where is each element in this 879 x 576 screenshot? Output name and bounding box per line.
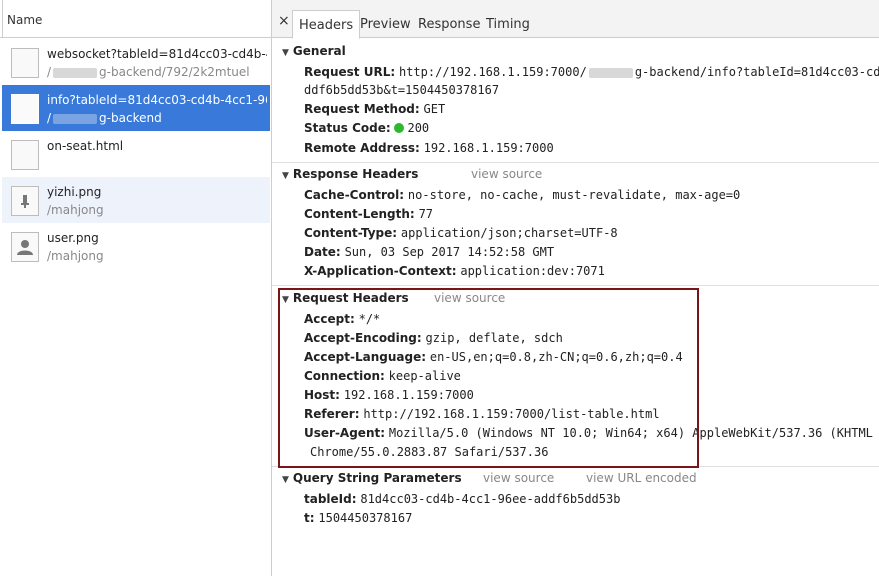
request-item-user[interactable]: user.png /mahjong: [2, 223, 270, 269]
tab-preview[interactable]: Preview: [360, 17, 411, 32]
header-row: Content-Type: application/json;charset=U…: [304, 226, 618, 240]
redacted-blur: [53, 113, 98, 124]
file-icon: [11, 48, 39, 78]
request-name: on-seat.html: [47, 139, 124, 153]
request-headers-section-toggle[interactable]: ▼ Request Headers: [282, 291, 409, 305]
query-view-source-link[interactable]: view source: [483, 471, 554, 485]
header-row: Content-Length: 77: [304, 207, 434, 221]
image-icon: [11, 186, 39, 216]
header-row: Date: Sun, 03 Sep 2017 14:52:58 GMT: [304, 245, 555, 259]
request-name: yizhi.png: [47, 185, 102, 199]
request-name: websocket?tableId=81d4cc03-cd4b-4...: [47, 47, 267, 61]
request-item-info[interactable]: info?tableId=81d4cc03-cd4b-4cc1-96... / g…: [2, 85, 270, 131]
request-details-panel: × Headers Preview Response Timing ▼ Gener…: [272, 0, 879, 576]
triangle-down-icon: ▼: [282, 475, 289, 485]
request-path: / g-backend: [47, 111, 162, 125]
triangle-down-icon: ▼: [282, 171, 289, 181]
header-row: Accept-Encoding: gzip, deflate, sdch: [304, 331, 563, 345]
name-column-label: Name: [7, 13, 43, 27]
general-section-toggle[interactable]: ▼ General: [282, 44, 346, 58]
request-name: info?tableId=81d4cc03-cd4b-4cc1-96...: [47, 93, 267, 107]
request-item-websocket[interactable]: websocket?tableId=81d4cc03-cd4b-4... / g-…: [2, 39, 270, 85]
close-icon[interactable]: ×: [278, 14, 290, 28]
header-row: Accept-Language: en-US,en;q=0.8,zh-CN;q=…: [304, 350, 683, 364]
header-row: X-Application-Context: application:dev:7…: [304, 264, 605, 278]
response-view-source-link[interactable]: view source: [471, 167, 542, 181]
tab-response[interactable]: Response: [418, 17, 480, 32]
user-agent-continuation: Chrome/55.0.2883.87 Safari/537.36: [310, 445, 549, 459]
request-path: /mahjong: [47, 249, 104, 263]
request-method-row: Request Method: GET: [304, 102, 446, 116]
view-url-encoded-link[interactable]: view URL encoded: [586, 471, 697, 485]
query-param-row: t: 1504450378167: [304, 511, 413, 525]
status-ok-icon: [394, 123, 405, 133]
triangle-down-icon: ▼: [282, 295, 289, 305]
request-url-continuation: ddf6b5dd53b&t=1504450378167: [304, 83, 500, 97]
remote-address-row: Remote Address: 192.168.1.159:7000: [304, 141, 554, 155]
query-string-section-toggle[interactable]: ▼ Query String Parameters: [282, 471, 462, 485]
header-row: Referer: http://192.168.1.159:7000/list-…: [304, 407, 660, 421]
header-row: Host: 192.168.1.159:7000: [304, 388, 474, 402]
header-row: Connection: keep-alive: [304, 369, 461, 383]
tab-timing[interactable]: Timing: [486, 17, 530, 32]
request-item-yizhi[interactable]: yizhi.png /mahjong: [2, 177, 270, 223]
request-view-source-link[interactable]: view source: [434, 291, 505, 305]
request-url-row: Request URL: http://192.168.1.159:7000/g…: [304, 65, 879, 79]
response-headers-section-toggle[interactable]: ▼ Response Headers: [282, 167, 418, 181]
redacted-blur: [588, 67, 633, 78]
status-code-row: Status Code: 200: [304, 121, 430, 135]
request-name: user.png: [47, 231, 99, 245]
user-image-icon: [11, 232, 39, 262]
request-list-panel: Name websocket?tableId=81d4cc03-cd4b-4..…: [0, 0, 272, 576]
header-row: Accept: */*: [304, 312, 381, 326]
details-tab-bar: × Headers Preview Response Timing: [272, 0, 879, 39]
name-column-header[interactable]: Name: [0, 0, 271, 38]
header-row: Cache-Control: no-store, no-cache, must-…: [304, 188, 741, 202]
request-path: /mahjong: [47, 203, 104, 217]
tab-headers[interactable]: Headers: [292, 10, 361, 39]
request-item-on-seat[interactable]: on-seat.html: [2, 131, 270, 177]
file-icon: [11, 94, 39, 124]
triangle-down-icon: ▼: [282, 48, 289, 58]
file-icon: [11, 140, 39, 170]
request-path: / g-backend/792/2k2mtuel: [47, 65, 250, 79]
query-param-row: tableId: 81d4cc03-cd4b-4cc1-96ee-addf6b5…: [304, 492, 621, 506]
header-row: User-Agent: Mozilla/5.0 (Windows NT 10.0…: [304, 426, 873, 440]
redacted-blur: [53, 67, 98, 78]
